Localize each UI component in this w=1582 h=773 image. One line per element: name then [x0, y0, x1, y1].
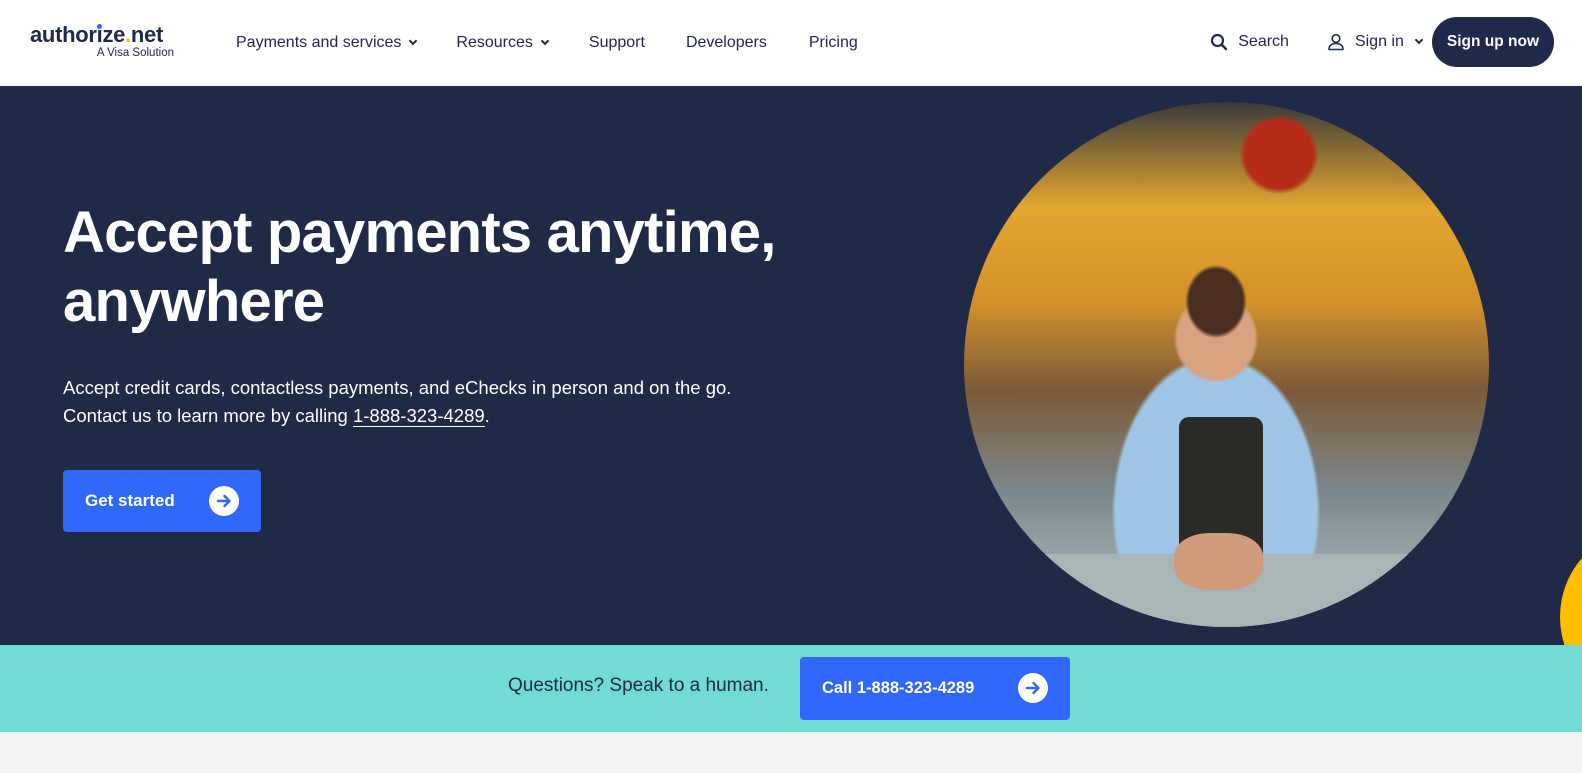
contact-band: Questions? Speak to a human. Call 1-888-… — [0, 645, 1582, 732]
sign-in-dropdown[interactable]: Sign in — [1327, 33, 1424, 51]
logo-text-i: i — [96, 22, 103, 47]
next-section-background — [0, 732, 1582, 773]
user-icon — [1328, 33, 1344, 51]
logo-text-part: net — [130, 22, 164, 47]
nav-item-pricing[interactable]: Pricing — [809, 34, 858, 52]
call-phone-button[interactable]: Call 1-888-323-4289 — [800, 657, 1070, 720]
nav-item-resources[interactable]: Resources — [456, 34, 550, 52]
search-icon — [1211, 33, 1228, 51]
logo-text-part: ze — [102, 22, 126, 47]
arrow-right-circle-icon — [1018, 673, 1048, 703]
sign-in-label: Sign in — [1354, 33, 1404, 50]
logo-tagline: A Visa Solution — [96, 47, 174, 59]
logo-text-part: author — [30, 22, 97, 47]
nav-item-payments-and-services[interactable]: Payments and services — [236, 34, 418, 52]
nav-item-developers[interactable]: Developers — [686, 34, 767, 52]
hero-title: Accept payments anytime, anywhere — [63, 198, 863, 336]
arrow-right-icon — [216, 494, 231, 508]
hero-description-line: Contact us to learn more by calling — [63, 405, 353, 426]
arrow-right-icon — [1025, 681, 1040, 695]
nav-item-label: Developers — [685, 34, 767, 51]
call-button-label: Call 1-888-323-4289 — [822, 679, 975, 697]
top-navigation: authorize.net A Visa Solution Payments a… — [0, 0, 1582, 86]
phone-link[interactable]: 1-888-323-4289 — [352, 405, 485, 427]
arrow-right-circle-icon — [209, 486, 239, 516]
get-started-button[interactable]: Get started — [63, 470, 261, 532]
punctuation: . — [484, 405, 490, 426]
chevron-down-icon — [540, 36, 550, 46]
nav-item-support[interactable]: Support — [589, 34, 645, 52]
hero-title-line: Accept payments anytime, — [63, 200, 776, 265]
sign-up-now-button[interactable]: Sign up now — [1431, 17, 1554, 67]
nav-item-label: Pricing — [808, 34, 858, 51]
authorize-net-logo[interactable]: authorize.net A Visa Solution — [30, 22, 176, 64]
hero-section: Accept payments anytime, anywhere Accept… — [0, 86, 1582, 645]
search-label: Search — [1238, 33, 1289, 50]
hero-title-line: anywhere — [63, 269, 325, 334]
chevron-down-icon — [409, 36, 418, 46]
contact-prompt: Questions? Speak to a human. — [508, 675, 769, 696]
nav-item-label: Payments and services — [236, 34, 402, 51]
main-menu: Payments and services Resources Support … — [236, 30, 858, 56]
nav-item-label: Resources — [456, 34, 533, 51]
search-button[interactable]: Search — [1210, 33, 1289, 51]
logo-wordmark: authorize.net — [30, 22, 163, 48]
get-started-label: Get started — [85, 491, 175, 510]
hero-description-line: Accept credit cards, contactless payment… — [63, 377, 732, 398]
decorative-yellow-circle — [1560, 527, 1582, 645]
photo-hands — [1174, 532, 1264, 591]
hero-description: Accept credit cards, contactless payment… — [63, 374, 863, 430]
hero-photo-bartender — [964, 102, 1489, 627]
logo-dotted-i: i — [97, 22, 103, 47]
chevron-down-icon — [1414, 35, 1424, 45]
nav-item-label: Support — [588, 34, 645, 51]
nav-actions: Search Sign in Sign up now — [1210, 17, 1554, 67]
